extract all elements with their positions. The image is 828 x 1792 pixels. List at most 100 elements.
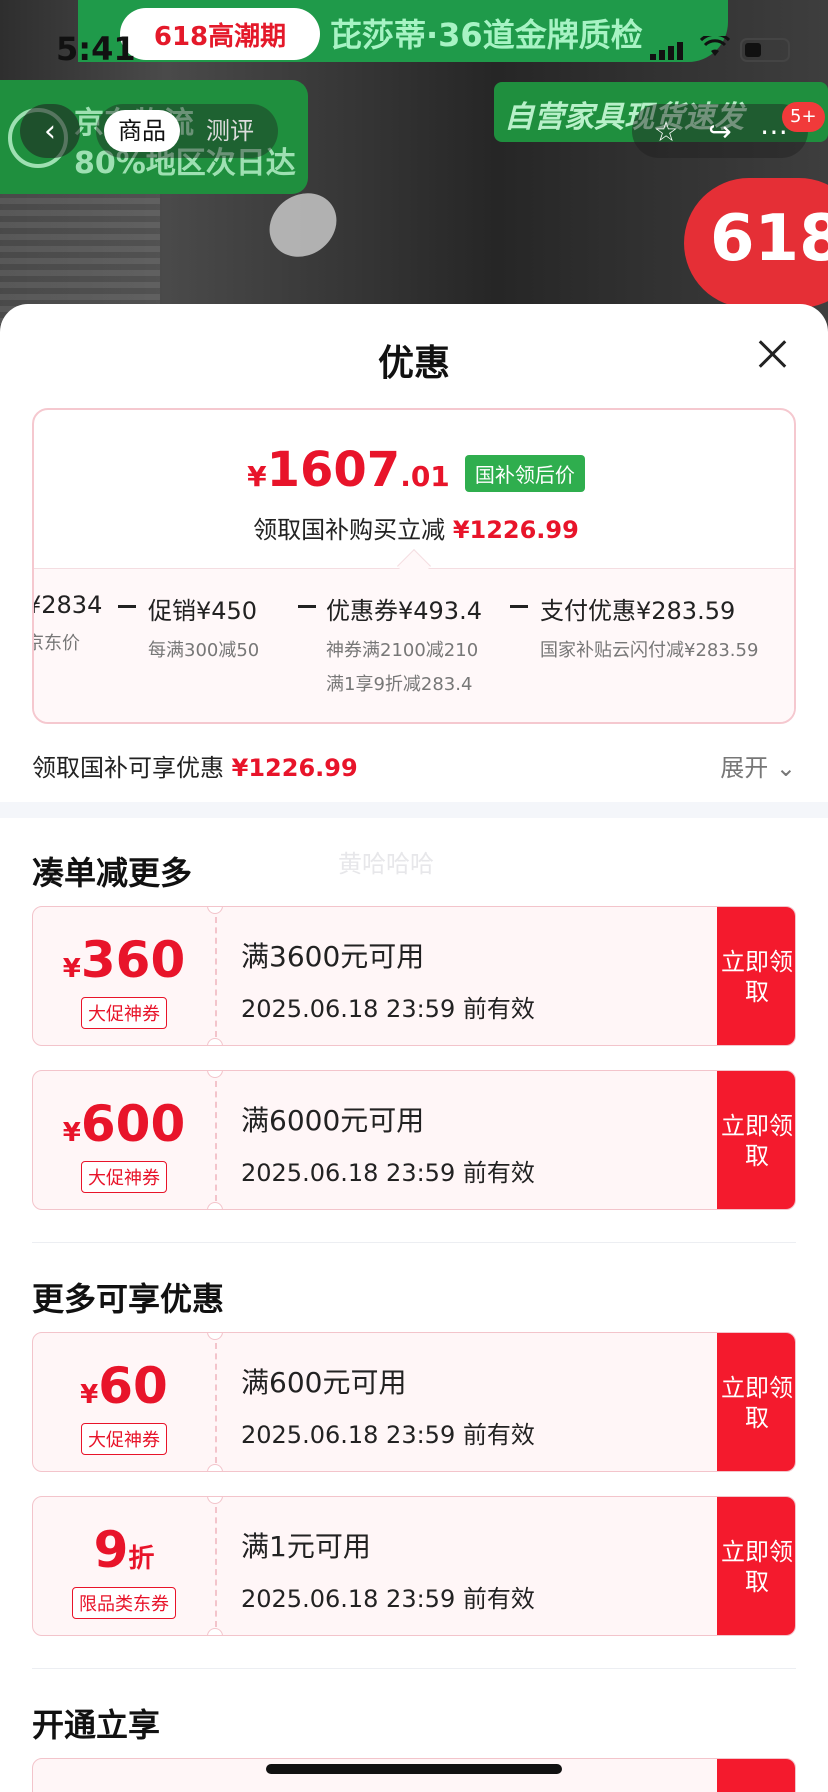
calc-item-promo: 促销¥450 每满300减50 — [148, 591, 259, 662]
enjoy-summary-row: 领取国补可享优惠 ¥1226.99 展开 ⌄ — [32, 744, 796, 784]
calc-sub: 神券满2100减210 — [326, 640, 479, 661]
coupon-type: 限品类东券 — [33, 1587, 215, 1619]
coupon-notch — [207, 1038, 223, 1045]
status-bar: 5:41 — [0, 0, 828, 100]
coupon-number: 9 — [93, 1521, 129, 1579]
enjoy-amount: ¥1226.99 — [231, 754, 358, 782]
wifi-icon — [699, 32, 731, 64]
calc-item-coupon: 优惠券¥493.4 神券满2100减210 满1享9折减283.4 — [326, 591, 482, 696]
price-currency: ¥ — [247, 460, 267, 493]
minus-icon — [510, 605, 528, 608]
coupon-notch — [207, 1464, 223, 1471]
calc-item-original: ¥2834 京东价 — [32, 591, 103, 655]
coupon-condition: 满3600元可用 — [241, 940, 425, 973]
coupon-condition: 满1元可用 — [241, 1530, 371, 1563]
coupon-amount: ¥360 — [33, 931, 215, 989]
section-title-more: 更多可享优惠 — [32, 1280, 225, 1318]
coupon-value: ¥600 大促神券 — [33, 1071, 215, 1209]
back-button[interactable]: ‹ — [20, 104, 80, 158]
calc-sub: 国家补贴云闪付减¥283.59 — [540, 640, 759, 661]
coupon-suffix: 折 — [128, 1544, 155, 1574]
price-integer: 1607 — [266, 442, 401, 498]
calc-label: 支付优惠¥283.59 — [540, 597, 736, 625]
star-icon[interactable]: ☆ — [646, 112, 686, 152]
sheet-title: 优惠 — [377, 343, 450, 384]
share-icon[interactable]: ↪ — [700, 112, 740, 152]
nav-tabs: 商品 测评 — [96, 104, 278, 158]
coupon-type: 大促神券 — [33, 997, 215, 1029]
price-tag: 国补领后价 — [464, 455, 585, 492]
status-time: 5:41 — [56, 30, 136, 68]
calc-sub: 每满300减50 — [148, 640, 260, 661]
signal-icon — [650, 40, 686, 60]
claim-button[interactable]: 立即领取 — [717, 907, 795, 1045]
coupon-type-label: 限品类东券 — [72, 1587, 176, 1619]
coupon-value: ¥360 大促神券 — [33, 907, 215, 1045]
claim-button[interactable]: 立即领取 — [717, 1497, 795, 1635]
coupon-card: ¥600 大促神券 满6000元可用 2025.06.18 23:59 前有效 … — [32, 1070, 796, 1210]
coupon-type-label: 大促神券 — [81, 1423, 167, 1455]
coupon-details: 满600元可用 2025.06.18 23:59 前有效 — [241, 1361, 535, 1450]
section-divider-line — [32, 1242, 796, 1243]
coupon-validity: 2025.06.18 23:59 前有效 — [241, 995, 535, 1023]
price-breakdown-card: ¥1607.01 国补领后价 领取国补购买立减 ¥1226.99 ¥2834 京… — [32, 408, 796, 724]
calc-label: 优惠券¥493.4 — [326, 597, 482, 625]
calc-label: 促销¥450 — [148, 597, 258, 625]
price-subtitle-amount: ¥1226.99 — [452, 516, 579, 544]
coupon-notch — [207, 1628, 223, 1635]
coupon-card: ¥360 大促神券 满3600元可用 2025.06.18 23:59 前有效 … — [32, 906, 796, 1046]
calc-label: ¥2834 — [32, 591, 103, 619]
close-icon[interactable] — [752, 334, 792, 374]
coupon-amount: ¥60 — [33, 1357, 215, 1415]
message-badge: 5+ — [782, 102, 825, 132]
section-divider-line — [32, 1668, 796, 1669]
minus-icon — [118, 605, 136, 608]
tab-review[interactable]: 测评 — [192, 110, 268, 152]
coupon-notch — [207, 1202, 223, 1209]
coupon-type: 大促神券 — [33, 1161, 215, 1193]
coupon-value: ¥60 大促神券 — [33, 1333, 215, 1471]
coupon-validity: 2025.06.18 23:59 前有效 — [241, 1585, 535, 1613]
coupon-number: 600 — [80, 1095, 186, 1153]
coupon-value: 9折 限品类东券 — [33, 1497, 215, 1635]
claim-button[interactable]: 立即领取 — [717, 1333, 795, 1471]
coupon-number: 360 — [80, 931, 186, 989]
coupon-details: 满3600元可用 2025.06.18 23:59 前有效 — [241, 935, 535, 1024]
expand-label: 展开 — [720, 754, 769, 782]
coupon-currency: ¥ — [80, 1380, 99, 1410]
section-divider — [0, 802, 828, 818]
coupon-currency: ¥ — [62, 954, 81, 984]
price-calculation: ¥2834 京东价 促销¥450 每满300减50 优惠券¥493.4 神券满2… — [32, 568, 794, 722]
home-indicator[interactable] — [266, 1764, 562, 1774]
section-title-combine: 凑单减更多 — [32, 854, 193, 892]
coupon-validity: 2025.06.18 23:59 前有效 — [241, 1159, 535, 1187]
big-618-text: 618 — [710, 202, 828, 276]
coupon-separator — [215, 1507, 217, 1627]
discount-sheet: 优惠 ¥1607.01 国补领后价 领取国补购买立减 ¥1226.99 ¥283… — [0, 304, 828, 1792]
price-subtitle: 领取国补购买立减 ¥1226.99 — [34, 510, 794, 545]
coupon-separator — [215, 917, 217, 1037]
coupon-details: 满1元可用 2025.06.18 23:59 前有效 — [241, 1525, 535, 1614]
price-subtitle-text: 领取国补购买立减 — [253, 516, 446, 544]
tab-product[interactable]: 商品 — [104, 110, 180, 152]
final-price-row: ¥1607.01 国补领后价 — [34, 442, 794, 502]
section-title-open: 开通立享 — [32, 1706, 161, 1744]
price-decimal: .01 — [400, 460, 450, 493]
chevron-down-icon: ⌄ — [775, 754, 796, 782]
enjoy-label-text: 领取国补可享优惠 — [32, 754, 224, 782]
big-618-badge: 618 — [684, 178, 828, 308]
claim-button[interactable]: 立即领取 — [717, 1071, 795, 1209]
coupon-number: 60 — [98, 1357, 168, 1415]
expand-button[interactable]: 展开 ⌄ — [720, 748, 796, 783]
coupon-card: ¥60 大促神券 满600元可用 2025.06.18 23:59 前有效 立即… — [32, 1332, 796, 1472]
coupon-amount: 9折 — [33, 1521, 215, 1579]
coupon-details: 满6000元可用 2025.06.18 23:59 前有效 — [241, 1099, 535, 1188]
claim-button-partial[interactable] — [717, 1759, 795, 1792]
coupon-validity: 2025.06.18 23:59 前有效 — [241, 1421, 535, 1449]
battery-icon — [740, 38, 790, 62]
watermark-text: 黄哈哈哈 — [338, 850, 434, 878]
coupon-condition: 满6000元可用 — [241, 1104, 425, 1137]
coupon-currency: ¥ — [62, 1118, 81, 1148]
coupon-amount: ¥600 — [33, 1095, 215, 1153]
calc-sub2: 满1享9折减283.4 — [326, 674, 473, 695]
